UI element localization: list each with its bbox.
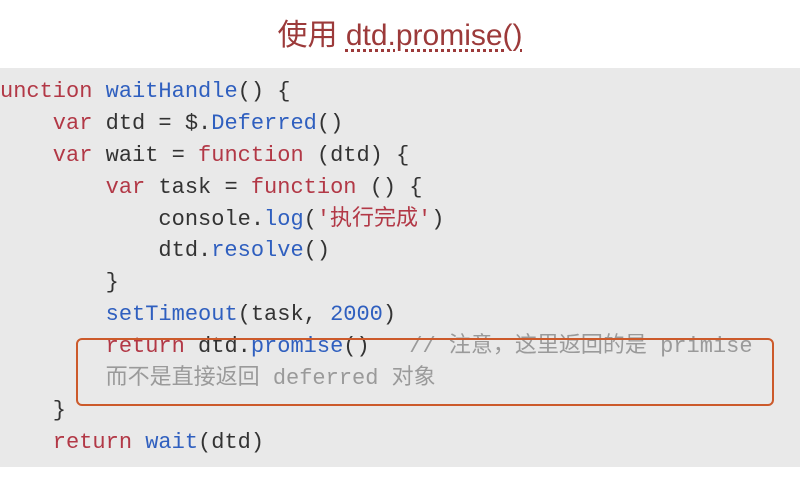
identifier: task [251,302,304,327]
token: () [304,238,330,263]
title-prefix: 使用 [277,19,345,52]
identifier: resolve [211,238,303,263]
token: (dtd) { [317,143,409,168]
code-line-8: setTimeout(task, 2000) [0,299,800,331]
token: ) [431,207,444,232]
token: (dtd) [198,430,264,455]
code-line-3: var wait = function (dtd) { [0,140,800,172]
keyword: var [0,143,106,168]
keyword: unction [0,79,106,104]
token: ( [238,302,251,327]
identifier: dtd [106,111,146,136]
identifier: log [264,207,304,232]
token: dtd. [198,334,251,359]
token: = [211,175,251,200]
token: ( [304,207,317,232]
keyword: return [0,430,145,455]
token: console. [0,207,264,232]
identifier: wait [145,430,198,455]
comment: // 注意，这里返回的是 primise [409,334,752,359]
token: , [304,302,330,327]
token: () [317,111,343,136]
keyword: return [0,334,198,359]
code-line-7: } [0,267,800,299]
title-highlight: dtd.promise() [346,19,523,52]
identifier: Deferred [211,111,317,136]
string-literal: '执行完成' [317,207,431,232]
code-line-11: } [0,395,800,427]
keyword: function [251,175,370,200]
token: } [0,270,119,295]
identifier: setTimeout [106,302,238,327]
token [0,302,106,327]
number-literal: 2000 [330,302,383,327]
code-line-10: 而不是直接返回 deferred 对象 [0,363,800,395]
identifier: waitHandle [106,79,238,104]
code-line-12: return wait(dtd) [0,427,800,459]
code-line-5: console.log('执行完成') [0,204,800,236]
token: () [343,334,409,359]
keyword: var [0,111,106,136]
token: () { [238,79,291,104]
slide-title: 使用 dtd.promise() [0,0,800,68]
token: ) [383,302,396,327]
code-line-1: unction waitHandle() { [0,76,800,108]
code-line-6: dtd.resolve() [0,235,800,267]
comment: 而不是直接返回 deferred 对象 [0,366,436,391]
identifier: wait [106,143,159,168]
token: = $. [145,111,211,136]
keyword: function [198,143,317,168]
identifier: promise [251,334,343,359]
code-line-2: var dtd = $.Deferred() [0,108,800,140]
identifier: task [158,175,211,200]
token: = [158,143,198,168]
keyword: var [0,175,158,200]
code-block: unction waitHandle() { var dtd = $.Defer… [0,68,800,467]
token: () { [370,175,423,200]
code-line-4: var task = function () { [0,172,800,204]
token: } [0,398,66,423]
token: dtd. [0,238,211,263]
code-line-9: return dtd.promise() // 注意，这里返回的是 primis… [0,331,800,363]
